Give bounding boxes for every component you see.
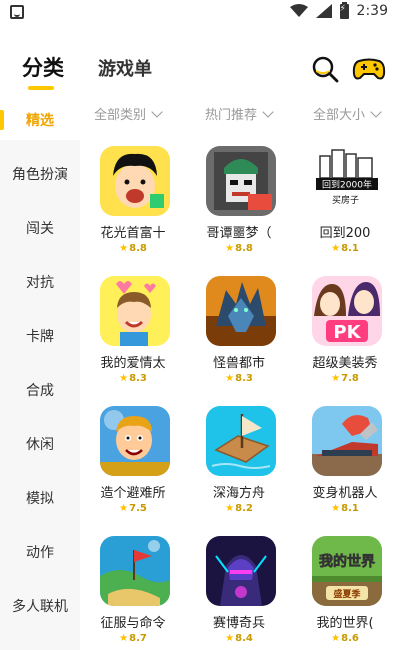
game-name: 怪兽都市 [212,356,265,371]
sidebar-item-card[interactable]: 卡牌 [0,316,80,356]
signal-icon [315,4,332,18]
game-card[interactable]: 造个避难所 ★7.5 [80,400,186,520]
raft-icon [206,406,276,476]
game-card[interactable]: 变身机器人 ★8.1 [292,400,398,520]
filter-size-dropdown[interactable]: 全部大小 [313,104,382,123]
monster-icon [206,276,276,346]
star-icon: ★ [331,243,341,254]
chevron-down-icon [151,105,163,118]
game-name: 我的世界( [316,616,374,631]
sidebar-item-merge[interactable]: 合成 [0,370,80,410]
star-icon: ★ [225,503,235,514]
game-rating: ★8.3 [119,373,147,384]
svg-text:买房子: 买房子 [332,194,359,206]
game-rating: ★8.8 [225,243,253,254]
game-name: 我的爱情太 [100,356,166,371]
svg-text:回到2000年: 回到2000年 [322,179,372,191]
svg-text:PK: PK [333,322,361,343]
tab-game-list[interactable]: 游戏单 [98,55,152,81]
star-icon: ★ [331,373,341,384]
game-rating: ★8.7 [119,633,147,644]
top-nav: 分类 游戏单 [0,40,400,100]
search-icon[interactable] [310,54,340,84]
game-card[interactable]: PK 超级美装秀 ★7.8 [292,270,398,390]
battery-icon [339,1,349,19]
game-rating: ★8.4 [225,633,253,644]
star-icon: ★ [331,633,341,644]
game-name: 花光首富十 [100,226,166,241]
game-name: 回到200 [319,226,371,241]
game-name: 深海方舟 [212,486,265,501]
cyber-warrior-icon [206,536,276,606]
joker-icon [206,146,276,216]
game-card[interactable]: 哥谭噩梦（ ★8.8 [186,140,292,260]
game-card[interactable]: 深海方舟 ★8.2 [186,400,292,520]
game-card[interactable]: 征服与命令 ★8.7 [80,530,186,650]
status-right: 2:39 [289,1,388,19]
girls-pk-icon: PK [312,276,382,346]
app-notification-icon [10,5,24,19]
game-rating: ★8.1 [331,243,359,254]
gamepad-icon[interactable] [352,54,386,84]
game-name: 征服与命令 [100,616,166,631]
game-rating: ★7.5 [119,503,147,514]
star-icon: ★ [119,503,129,514]
sidebar-item-stage[interactable]: 闯关 [0,208,80,248]
star-icon: ★ [225,373,235,384]
shelter-man-icon [100,406,170,476]
filter-category-dropdown[interactable]: 全部类别 [94,104,163,123]
tab-active-indicator [28,86,54,90]
star-icon: ★ [225,633,235,644]
chevron-down-icon [262,105,274,118]
game-card[interactable]: 我的爱情太 ★8.3 [80,270,186,390]
star-icon: ★ [119,373,129,384]
city-buildings-icon: 回到2000年 买房子 [312,146,382,216]
status-bar: 2:39 [0,0,400,24]
game-name: 超级美装秀 [312,356,378,371]
sidebar-item-versus[interactable]: 对抗 [0,262,80,302]
tab-category[interactable]: 分类 [22,52,64,82]
status-time: 2:39 [356,3,388,19]
sidebar-item-casual[interactable]: 休闲 [0,424,80,464]
wifi-icon [289,4,308,17]
star-icon: ★ [119,243,129,254]
game-name: 哥谭噩梦（ [206,226,272,241]
sidebar-item-rpg[interactable]: 角色扮演 [0,154,80,194]
game-rating: ★8.3 [225,373,253,384]
game-name: 造个避难所 [100,486,166,501]
sidebar-item-simulation[interactable]: 模拟 [0,478,80,518]
minecraft-icon: 我的世界 盛夏季 [312,536,382,606]
game-card[interactable]: 花光首富十 ★8.8 [80,140,186,260]
island-flag-icon [100,536,170,606]
game-rating: ★8.8 [119,243,147,254]
game-name: 变身机器人 [312,486,378,501]
game-card[interactable]: 回到2000年 买房子 回到200 ★8.1 [292,140,398,260]
love-cartoon-icon [100,276,170,346]
category-sidebar: 精选 角色扮演 闯关 对抗 卡牌 合成 休闲 模拟 动作 多人联机 [0,100,80,650]
robot-train-icon [312,406,382,476]
filter-bar: 全部类别 热门推荐 全部大小 [80,104,400,128]
game-rating: ★8.2 [225,503,253,514]
game-rating: ★8.1 [331,503,359,514]
sidebar-item-featured[interactable]: 精选 [0,100,80,140]
game-card[interactable]: 赛博奇兵 ★8.4 [186,530,292,650]
game-card[interactable]: 我的世界盛夏季 我的世界( ★8.6 [292,530,398,650]
chevron-down-icon [370,105,382,118]
star-icon: ★ [331,503,341,514]
star-icon: ★ [225,243,235,254]
game-rating: ★8.6 [331,633,359,644]
svg-text:我的世界: 我的世界 [319,553,376,570]
cartoon-man-icon [100,146,170,216]
game-name: 赛博奇兵 [212,616,265,631]
game-rating: ★7.8 [331,373,359,384]
game-card[interactable]: 怪兽都市 ★8.3 [186,270,292,390]
star-icon: ★ [119,633,129,644]
sidebar-item-multiplayer[interactable]: 多人联机 [0,586,80,626]
sidebar-item-action[interactable]: 动作 [0,532,80,572]
filter-sort-dropdown[interactable]: 热门推荐 [205,104,274,123]
svg-text:盛夏季: 盛夏季 [333,588,361,600]
